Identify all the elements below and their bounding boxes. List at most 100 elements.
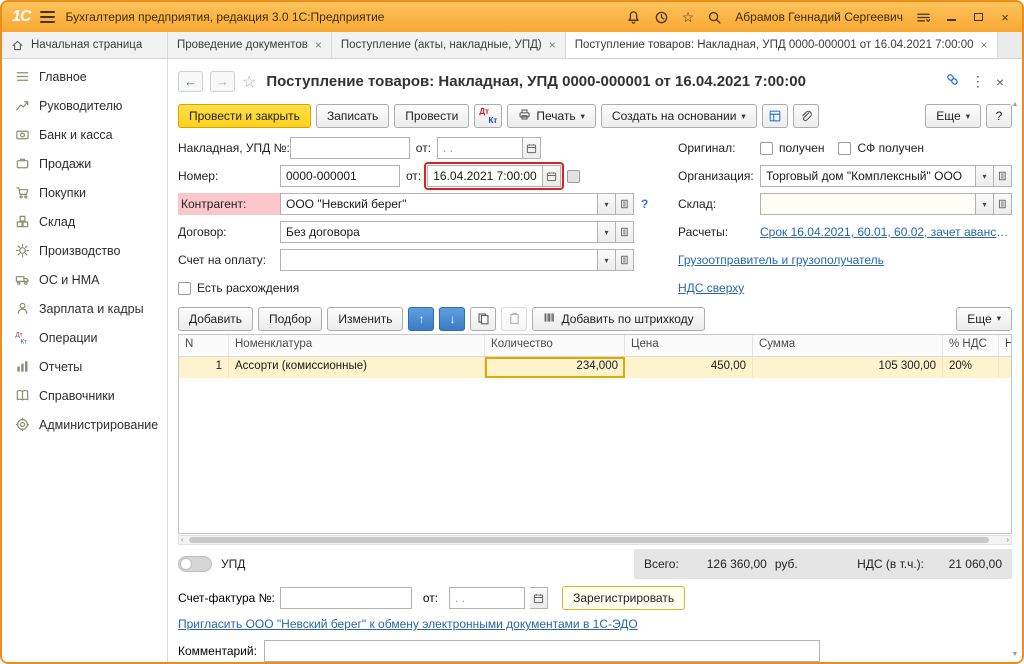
payment-invoice-input[interactable] [280, 249, 598, 271]
open-icon[interactable] [994, 193, 1012, 215]
close-form-button[interactable]: × [996, 74, 1004, 90]
consignor-link[interactable]: Грузоотправитель и грузополучатель [678, 253, 884, 267]
sidebar-item-reports[interactable]: Отчеты [2, 352, 167, 381]
col-header-quantity[interactable]: Количество [485, 335, 625, 356]
create-on-basis-button[interactable]: Создать на основании ▾ [601, 104, 757, 128]
sidebar-item-payroll[interactable]: Зарплата и кадры [2, 294, 167, 323]
invoice-no-input[interactable] [290, 137, 410, 159]
scroll-right-icon[interactable]: › [1006, 535, 1009, 545]
sf-received-checkbox[interactable] [838, 142, 851, 155]
minimize-button[interactable] [944, 10, 958, 24]
print-button[interactable]: Печать ▾ [507, 104, 596, 128]
col-header-nds[interactable]: НД [999, 335, 1012, 356]
more-button[interactable]: Еще ▾ [925, 104, 981, 128]
sidebar-item-main[interactable]: Главное [2, 62, 167, 91]
dtkt-postings-button[interactable]: ДтКт [474, 104, 502, 128]
organization-input[interactable]: Торговый дом "Комплексный" ООО [760, 165, 976, 187]
notifications-bell-icon[interactable] [626, 10, 641, 25]
history-icon[interactable] [654, 10, 669, 25]
invoice-number-input[interactable] [280, 587, 412, 609]
invoice-reg-date-input[interactable]: . . [449, 587, 525, 609]
sidebar-item-warehouse[interactable]: Склад [2, 207, 167, 236]
dropdown-icon[interactable]: ▾ [598, 249, 616, 271]
col-header-n[interactable]: N [179, 335, 229, 356]
sidebar-item-operations[interactable]: Дт Кт Операции [2, 323, 167, 352]
back-button[interactable]: ← [178, 71, 203, 92]
sidebar-item-purchases[interactable]: Покупки [2, 178, 167, 207]
comment-input[interactable] [264, 640, 820, 662]
pick-button[interactable]: Подбор [258, 307, 322, 331]
scroll-down-icon[interactable]: ▼ [1010, 651, 1020, 658]
sidebar-item-sales[interactable]: Продажи [2, 149, 167, 178]
invoice-date-input[interactable]: . . [437, 137, 523, 159]
discrepancies-checkbox[interactable] [178, 282, 191, 295]
attachments-button[interactable] [793, 104, 819, 128]
move-up-button[interactable]: ↑ [408, 307, 434, 331]
cell-nds[interactable] [999, 357, 1012, 378]
cell-nomenclature[interactable]: Ассорти (комиссионные) [229, 357, 485, 378]
favorite-star-icon[interactable]: ☆ [242, 72, 256, 92]
post-and-close-button[interactable]: Провести и закрыть [178, 104, 311, 128]
get-link-icon[interactable] [945, 72, 960, 92]
tab-document-posting[interactable]: Проведение документов × [168, 32, 332, 58]
vat-mode-link[interactable]: НДС сверху [678, 281, 744, 295]
tab-home[interactable]: Начальная страница [2, 32, 168, 58]
original-received-checkbox[interactable] [760, 142, 773, 155]
col-header-sum[interactable]: Сумма [753, 335, 943, 356]
cell-quantity-selected[interactable]: 234,000 [485, 357, 625, 378]
scroll-left-icon[interactable]: ‹ [181, 535, 184, 545]
counterparty-check-icon[interactable]: ? [641, 197, 648, 211]
main-menu-icon[interactable] [40, 11, 55, 23]
table-empty-area[interactable] [179, 378, 1011, 533]
settlements-link[interactable]: Срок 16.04.2021, 60.01, 60.02, зачет ава… [760, 225, 1012, 239]
dropdown-icon[interactable]: ▾ [598, 221, 616, 243]
register-invoice-button[interactable]: Зарегистрировать [562, 586, 685, 610]
dropdown-icon[interactable]: ▾ [976, 193, 994, 215]
open-icon[interactable] [616, 193, 634, 215]
cell-sum[interactable]: 105 300,00 [753, 357, 943, 378]
scroll-up-icon[interactable]: ▲ [1010, 101, 1020, 108]
related-reports-button[interactable] [762, 104, 788, 128]
maximize-button[interactable] [971, 10, 985, 24]
add-by-barcode-button[interactable]: Добавить по штрихкоду [532, 307, 704, 331]
move-down-button[interactable]: ↓ [439, 307, 465, 331]
calendar-icon[interactable] [530, 587, 548, 609]
dropdown-icon[interactable]: ▾ [976, 165, 994, 187]
horizontal-scrollbar[interactable]: ‹ › [178, 535, 1012, 545]
cell-vat[interactable]: 20% [943, 357, 999, 378]
dropdown-icon[interactable]: ▾ [598, 193, 616, 215]
tab-close-icon[interactable]: × [549, 38, 556, 52]
open-icon[interactable] [616, 249, 634, 271]
scrollbar-thumb[interactable] [189, 537, 989, 543]
document-date-input[interactable]: 16.04.2021 7:00:00 [427, 165, 543, 187]
paste-rows-button[interactable] [501, 307, 527, 331]
favorites-star-icon[interactable]: ☆ [682, 9, 695, 26]
close-window-button[interactable]: × [998, 10, 1012, 24]
items-more-button[interactable]: Еще ▾ [956, 307, 1012, 331]
col-header-nomenclature[interactable]: Номенклатура [229, 335, 485, 356]
write-button[interactable]: Записать [316, 104, 389, 128]
edit-button[interactable]: Изменить [327, 307, 403, 331]
sidebar-item-administration[interactable]: Администрирование [2, 410, 167, 439]
current-user-name[interactable]: Абрамов Геннадий Сергеевич [735, 10, 903, 24]
warehouse-input[interactable] [760, 193, 976, 215]
upd-toggle[interactable] [178, 556, 212, 572]
tab-close-icon[interactable]: × [315, 38, 322, 52]
help-button[interactable]: ? [986, 104, 1012, 128]
copy-rows-button[interactable] [470, 307, 496, 331]
col-header-price[interactable]: Цена [625, 335, 753, 356]
add-row-button[interactable]: Добавить [178, 307, 253, 331]
tab-receipt-document[interactable]: Поступление товаров: Накладная, УПД 0000… [566, 32, 998, 58]
cell-n[interactable]: 1 [179, 357, 229, 378]
open-icon[interactable] [616, 221, 634, 243]
more-menu-icon[interactable]: ⋮ [971, 73, 985, 90]
counterparty-input[interactable]: ООО "Невский берег" [280, 193, 598, 215]
number-input[interactable]: 0000-000001 [280, 165, 400, 187]
sidebar-item-fixed-assets[interactable]: ОС и НМА [2, 265, 167, 294]
sidebar-item-bank-cash[interactable]: Банк и касса [2, 120, 167, 149]
calendar-icon[interactable] [523, 137, 541, 159]
forward-button[interactable]: → [210, 71, 235, 92]
service-menu-icon[interactable] [916, 10, 931, 25]
post-button[interactable]: Провести [394, 104, 469, 128]
tab-close-icon[interactable]: × [981, 38, 988, 52]
